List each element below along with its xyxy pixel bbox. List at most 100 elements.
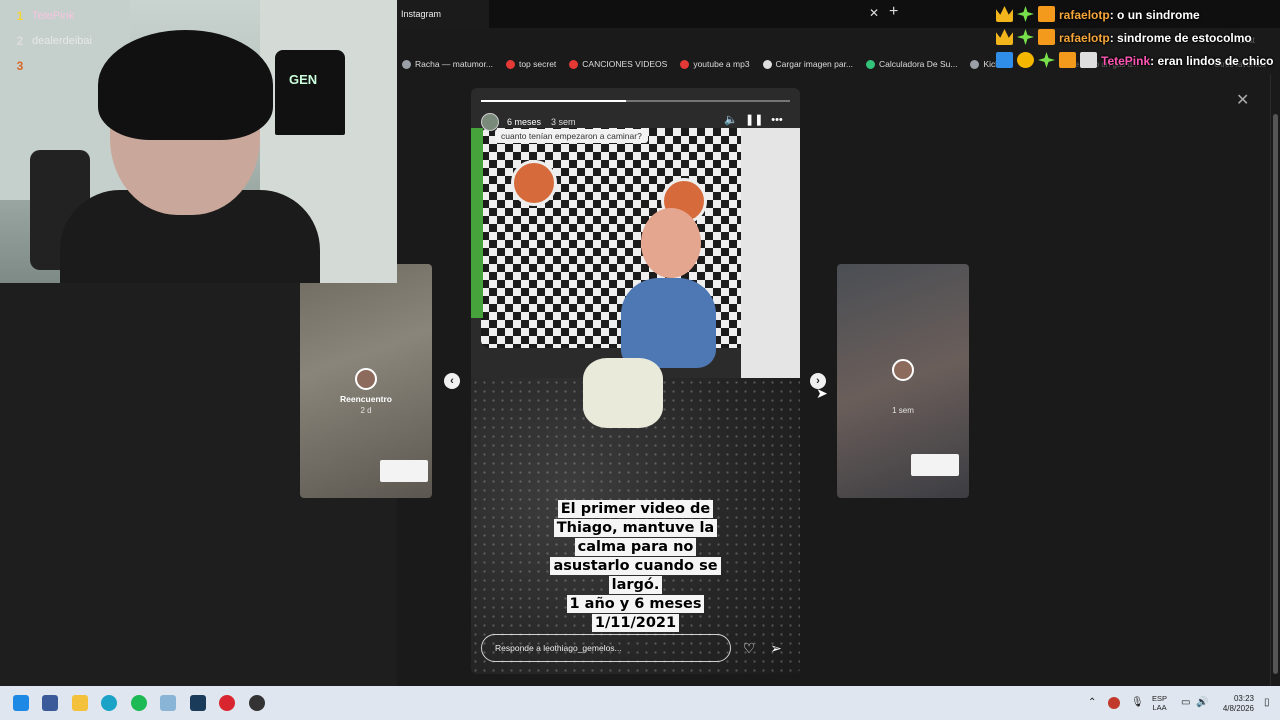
leaderboard-rank: 2	[16, 34, 24, 48]
microphone-icon[interactable]: 🎙	[1131, 697, 1144, 708]
next-story-preview[interactable]: 1 sem	[837, 264, 969, 498]
chat-text: sindrome de estocolmo	[1117, 31, 1252, 45]
bookmark-icon	[402, 59, 411, 69]
chat-message: rafaelotp: sindrome de estocolmo	[996, 29, 1280, 45]
clock-time: 03:23	[1233, 694, 1254, 703]
bookmark-label: Calculadora De Su...	[879, 59, 958, 69]
story-media-detail	[621, 278, 716, 368]
chat-username: rafaelotp	[1059, 8, 1110, 22]
leaderboard-name: TetePink	[32, 10, 75, 22]
app-icon[interactable]	[160, 695, 176, 711]
hanging-shirt: GEN	[275, 50, 345, 135]
crown-badge-icon	[996, 6, 1013, 22]
spark-badge-icon	[1017, 6, 1034, 22]
close-icon[interactable]: ✕	[1236, 90, 1249, 110]
speaker-icon[interactable]: 🔈	[723, 112, 739, 128]
side-story-time: 1 sem	[892, 406, 914, 415]
viewer-leaderboard: 1 TetePink 2 dealerdeibai 3	[8, 4, 92, 79]
network-icon[interactable]: ▭	[1181, 697, 1190, 708]
scroll-thumb[interactable]	[1273, 114, 1278, 674]
bookmark-label: Racha — matumor...	[415, 59, 493, 69]
person	[98, 30, 273, 140]
windows-start-icon[interactable]	[13, 695, 29, 711]
coin-badge-icon	[1017, 52, 1034, 68]
box-badge-icon	[1038, 29, 1055, 45]
previous-story-button[interactable]: ‹	[444, 373, 460, 389]
story-question-sticker: cuanto tenían empezaron a caminar?	[495, 129, 648, 143]
reply-input[interactable]: Responde a leothiago_gemelos...	[481, 634, 731, 662]
previous-story-preview[interactable]: Reencuentro 2 d	[300, 264, 432, 498]
scrollbar[interactable]	[1270, 74, 1280, 686]
bookmark-item[interactable]: youtube a mp3	[680, 59, 750, 69]
chat-username: rafaelotp	[1059, 31, 1110, 45]
leaderboard-rank: 3	[16, 59, 24, 73]
youtube-icon	[680, 59, 690, 69]
clock[interactable]: 03:23 4/8/2026	[1212, 694, 1254, 714]
notification-icon[interactable]: ▯	[1264, 697, 1270, 708]
youtube-icon	[505, 59, 515, 69]
store-icon[interactable]	[42, 695, 58, 711]
mail-badge-icon	[1080, 52, 1097, 68]
story-viewer[interactable]: 6 meses 3 sem 🔈 ❚❚ ••• cuanto tenían emp…	[471, 88, 800, 674]
language-indicator[interactable]: ESP LAA	[1152, 694, 1167, 712]
heart-icon[interactable]: ♡	[740, 640, 758, 656]
new-tab-button[interactable]: +	[889, 3, 898, 21]
language-top: ESP	[1152, 694, 1168, 703]
spotify-icon[interactable]	[131, 695, 147, 711]
story-avatar	[355, 368, 377, 390]
webcam-overlay: GEN 1 TetePink 2 dealerdeibai 3	[0, 0, 397, 283]
youtube-icon	[569, 59, 579, 69]
shirt-text: GEN	[289, 72, 318, 87]
screen: Instagram ✕ + Racha — matumor... top sec…	[0, 0, 1280, 720]
story-progress-fill	[481, 100, 627, 102]
record-icon[interactable]	[219, 695, 235, 711]
bookmark-icon	[970, 59, 980, 69]
bookmark-item[interactable]: Calculadora De Su...	[866, 59, 957, 69]
story-media-detail	[741, 128, 800, 388]
tray-app-icon[interactable]	[1108, 697, 1120, 709]
chat-text: eran lindos de chico	[1157, 54, 1274, 68]
caption-line: asustarlo cuando se	[550, 557, 721, 575]
tab-instagram[interactable]: Instagram	[397, 0, 489, 28]
leaderboard-row: 2 dealerdeibai	[8, 29, 92, 54]
bookmark-label: youtube a mp3	[693, 59, 750, 69]
bookmark-item[interactable]: top secret	[505, 59, 556, 69]
edge-icon[interactable]	[101, 695, 117, 711]
pause-icon[interactable]: ❚❚	[745, 112, 763, 128]
bookmark-label: Cargar imagen par...	[775, 59, 854, 69]
send-icon[interactable]: ➢	[767, 640, 785, 656]
bookmark-icon	[762, 59, 772, 69]
caption-line: largó.	[608, 576, 663, 594]
chat-message: TetePink: eran lindos de chico	[996, 52, 1280, 68]
story-media-detail	[583, 358, 663, 428]
tray-chevron-icon[interactable]: ⌃	[1088, 697, 1096, 708]
steam-icon[interactable]	[190, 695, 206, 711]
leaderboard-row: 3	[8, 54, 92, 79]
chat-message: rafaelotp: o un sindrome	[996, 6, 1280, 22]
crown-badge-icon	[996, 29, 1013, 45]
bookmark-item[interactable]: Cargar imagen par...	[762, 59, 854, 69]
bookmark-item[interactable]: CANCIONES VIDEOS	[569, 59, 667, 69]
story-caption: El primer video de Thiago, mantuve la ca…	[471, 500, 800, 633]
stream-chat-overlay: rafaelotp: o un sindrome rafaelotp: sind…	[996, 6, 1280, 75]
obs-icon[interactable]	[249, 695, 265, 711]
spark-badge-icon	[1017, 29, 1034, 45]
tab-title: Instagram	[401, 9, 442, 19]
side-story-label: Reencuentro	[340, 394, 392, 404]
chat-text: o un sindrome	[1117, 8, 1200, 22]
story-sticker	[911, 454, 959, 476]
story-media-detail	[641, 208, 701, 278]
story-media-detail	[511, 160, 557, 206]
story-progress-bar	[481, 100, 790, 102]
bookmark-label: CANCIONES VIDEOS	[582, 59, 668, 69]
chat-username: TetePink	[1101, 54, 1151, 68]
file-explorer-icon[interactable]	[72, 695, 88, 711]
close-tab-icon[interactable]: ✕	[869, 6, 879, 20]
caption-line: 1 año y 6 meses	[566, 595, 705, 613]
bookmark-item[interactable]: Racha — matumor...	[402, 59, 493, 69]
story-time: 3 sem	[551, 117, 576, 127]
side-story-time: 2 d	[360, 406, 372, 415]
more-icon[interactable]: •••	[769, 112, 785, 128]
story-media-detail	[471, 128, 483, 318]
volume-icon[interactable]: 🔊	[1196, 697, 1208, 708]
